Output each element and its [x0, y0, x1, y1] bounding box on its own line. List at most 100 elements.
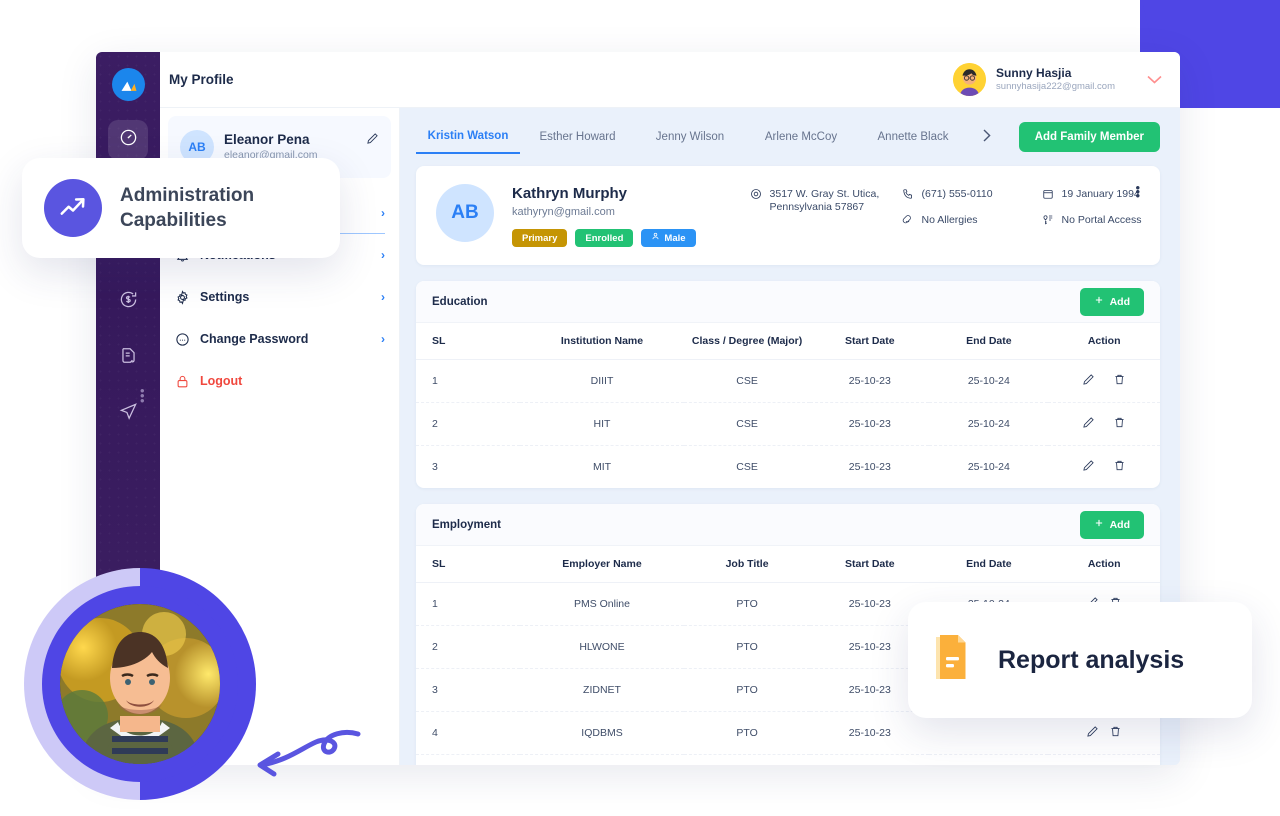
col-end-date: End Date — [929, 323, 1049, 360]
trend-up-arrow-icon — [44, 179, 102, 237]
cell-end: 25-10-24 — [967, 461, 1010, 473]
chevron-down-icon[interactable] — [1147, 72, 1162, 87]
cell-name: HLWONE — [520, 625, 684, 669]
allergy-icon — [902, 214, 915, 230]
cell-sl: 3 — [432, 461, 438, 473]
tab-kristin-watson[interactable]: Kristin Watson — [416, 120, 520, 154]
face-lock-icon — [174, 331, 190, 347]
phone-icon — [902, 188, 915, 204]
tab-esther-howard[interactable]: Esther Howard — [520, 120, 635, 154]
cell-job: PTO — [683, 582, 811, 626]
rail-item-dashboard[interactable] — [108, 120, 148, 160]
add-family-member-button[interactable]: Add Family Member — [1018, 122, 1160, 152]
person-birthdate-text: 19 January 1994 — [1061, 188, 1140, 200]
report-analysis-card: Report analysis — [908, 602, 1252, 718]
rail-item-billing[interactable] — [108, 282, 148, 322]
screenshot-stage: • • • My Profile Sunny Hasjia sunnyhasij… — [0, 0, 1280, 816]
trash-icon[interactable] — [1113, 416, 1126, 432]
cell-sl: 2 — [416, 625, 521, 669]
cell-class: CSE — [683, 359, 811, 403]
trash-icon[interactable] — [1109, 725, 1122, 741]
trash-icon[interactable] — [1113, 373, 1126, 389]
curved-arrow-doodle-icon — [248, 728, 368, 803]
cell-sl: 5 — [416, 754, 521, 765]
col-start-date: Start Date — [810, 546, 930, 583]
rail-overflow-menu-icon[interactable]: • • • — [140, 384, 145, 407]
pencil-icon[interactable] — [1082, 373, 1095, 389]
col-job-title: Job Title — [683, 546, 811, 583]
person-icon — [651, 232, 660, 244]
dollar-circle-icon — [119, 290, 138, 314]
cell-name: PMS Online — [520, 582, 684, 626]
cell-sl: 2 — [416, 402, 521, 446]
col-class-degree: Class / Degree (Major) — [683, 323, 811, 360]
cell-sl: 1 — [416, 359, 521, 403]
document-icon — [119, 346, 138, 370]
plus-icon — [1094, 295, 1104, 308]
account-menu[interactable]: Sunny Hasjia sunnyhasija222@gmail.com — [953, 63, 1162, 96]
cell-name: ZIDNET — [520, 668, 684, 712]
report-analysis-title: Report analysis — [998, 645, 1185, 674]
col-institution-name: Institution Name — [520, 323, 684, 360]
cell-sl: 3 — [416, 668, 521, 712]
tab-jenny-wilson[interactable]: Jenny Wilson — [635, 120, 745, 154]
sidebar-item-change-password[interactable]: Change Password › — [174, 318, 385, 360]
status-badge-gender: Male — [641, 229, 696, 247]
person-avatar-initials: AB — [436, 184, 494, 242]
person-phone-text: (671) 555-0110 — [921, 188, 993, 200]
tab-arlene-mccoy[interactable]: Arlene McCoy — [745, 120, 857, 154]
person-portal-access: No Portal Access — [1042, 214, 1180, 230]
cell-name: HIT — [520, 402, 684, 446]
location-pin-icon — [750, 188, 763, 204]
chevron-right-icon: › — [381, 205, 385, 220]
sidebar-item-label: Settings — [200, 290, 250, 304]
sidebar-item-logout[interactable]: Logout — [174, 360, 385, 402]
cell-start: 25-10-23 — [848, 461, 891, 473]
person-detail-col-other: 19 January 1994 No Portal Access — [1042, 188, 1180, 247]
col-sl: SL — [416, 546, 521, 583]
cell-name: DBS — [520, 754, 684, 765]
cell-end: 25-10-24 — [929, 359, 1049, 403]
cell-end — [929, 754, 1049, 765]
person-address: 3517 W. Gray St. Utica, Pennsylvania 578… — [750, 188, 902, 214]
col-sl: SL — [416, 323, 521, 360]
pencil-icon[interactable] — [1082, 416, 1095, 432]
cell-start: 25-10-23 — [810, 711, 930, 755]
paper-plane-icon — [119, 402, 138, 426]
cell-job: PTO — [683, 711, 811, 755]
table-row: 5 DBS PTO 25-10-23 — [416, 754, 1160, 765]
col-action: Action — [1048, 546, 1160, 583]
account-meta: Sunny Hasjia sunnyhasija222@gmail.com — [996, 66, 1115, 93]
mountain-logo-icon[interactable] — [112, 68, 145, 101]
calendar-icon — [1042, 188, 1055, 204]
chevron-right-icon[interactable] — [969, 129, 1005, 145]
pencil-icon[interactable] — [1086, 725, 1099, 741]
education-add-button[interactable]: Add — [1079, 287, 1144, 316]
col-start-date: Start Date — [810, 323, 930, 360]
employment-add-button[interactable]: Add — [1079, 510, 1144, 539]
cell-job: PTO — [683, 754, 811, 765]
cell-actions — [1048, 446, 1160, 489]
plus-icon — [1094, 518, 1104, 531]
admin-card-line2: Capabilities — [120, 210, 227, 231]
sidebar-item-settings[interactable]: Settings › — [174, 276, 385, 318]
cell-start: 25-10-23 — [810, 754, 930, 765]
kebab-menu-icon[interactable]: • • • — [1135, 181, 1140, 202]
top-bar: My Profile Sunny Hasjia sunnyhasija222@g… — [160, 52, 1180, 108]
education-title: Education — [432, 295, 488, 308]
speedometer-icon — [119, 128, 138, 152]
administration-capabilities-card: Administration Capabilities — [22, 158, 340, 258]
avatar — [953, 63, 987, 96]
education-section: Education Add SL Institution Name Class … — [416, 281, 1160, 488]
chevron-right-icon: › — [381, 248, 385, 262]
tab-annette-black[interactable]: Annette Black — [857, 120, 969, 154]
cell-start: 25-10-23 — [810, 402, 930, 446]
rail-item-documents[interactable] — [108, 338, 148, 378]
trash-icon[interactable] — [1113, 459, 1126, 475]
avatar — [60, 604, 220, 764]
person-portal-access-text: No Portal Access — [1061, 214, 1142, 226]
pencil-icon[interactable] — [366, 132, 379, 150]
cell-sl: 4 — [416, 711, 521, 755]
cell-actions — [1048, 402, 1160, 446]
pencil-icon[interactable] — [1082, 459, 1095, 475]
